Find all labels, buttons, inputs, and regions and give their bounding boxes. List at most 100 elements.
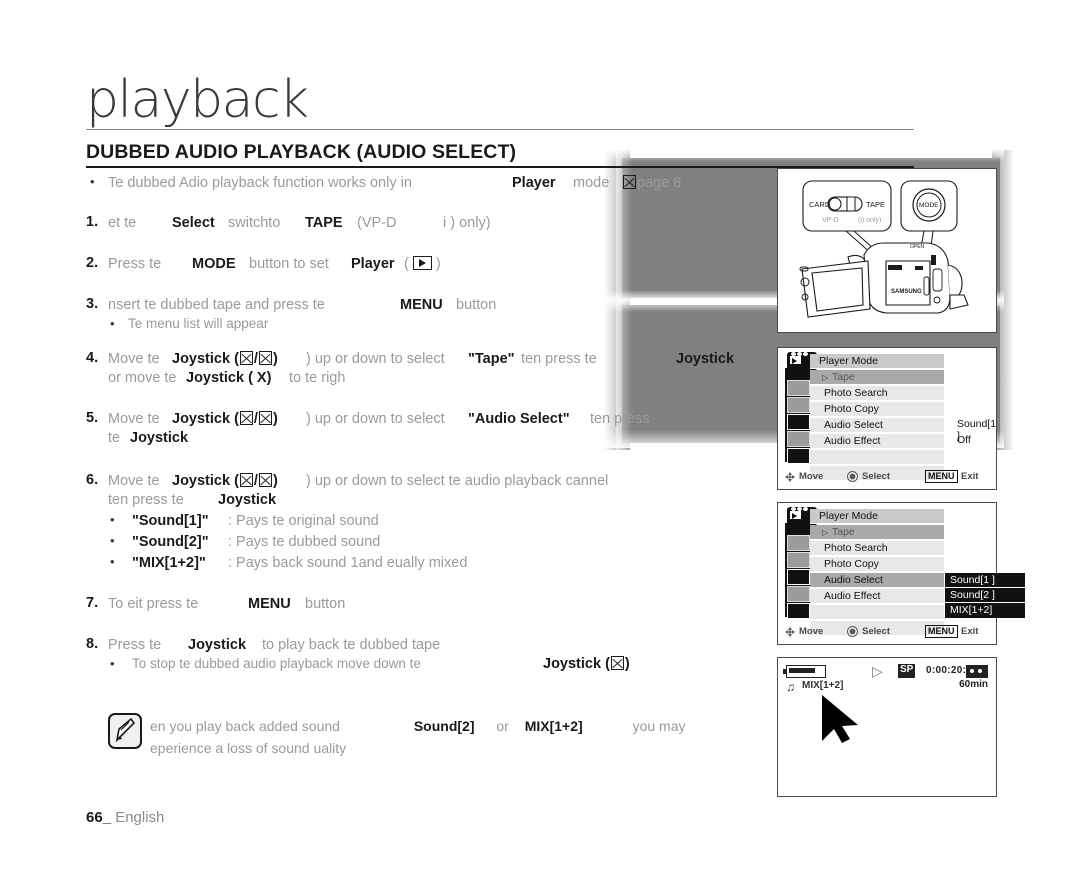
joystick-down-label: Joystick ( [543, 656, 610, 672]
step-8-sub-a: To stop te dubbed audio playback move do… [132, 656, 421, 671]
brand-label: SAMSUNG [891, 289, 922, 295]
figure-osd-playback: SP 0:00:20:23 60min ♫ MIX[1+2] [777, 657, 997, 797]
joystick-press-label-6: Joystick [218, 492, 277, 508]
step-8-sub-b: Joystick () [543, 655, 630, 675]
step-5-joystick: Joystick (/) [172, 410, 278, 430]
osd2-row-photo-copy[interactable]: Photo Copy [810, 557, 944, 572]
joystick-down-icon [258, 351, 272, 365]
osd1-row-audio-select[interactable]: Audio Select [810, 418, 944, 433]
osd1-row-blank1 [810, 450, 944, 465]
step-6-a: Move te [108, 473, 160, 489]
figure-osd-menu-2: Player Mode Tape Photo Search Photo Copy… [777, 502, 1025, 645]
osd2-footer: Move Select MENU Exit [785, 624, 989, 638]
lcd-panel [801, 260, 871, 318]
step-6-line2-b: Joystick [218, 491, 276, 511]
osd1-row-photo-search[interactable]: Photo Search [810, 386, 944, 401]
osd1-row-tape[interactable]: Tape [810, 370, 944, 385]
section-title: DUBBED AUDIO PLAYBACK (AUDIO SELECT) [86, 141, 517, 163]
step-4-number: 4. [86, 350, 99, 366]
osd2-row-blank1 [810, 605, 944, 620]
joystick-down-close: ) [624, 656, 630, 672]
osd1-icon-column [785, 368, 810, 464]
osd2-row-audio-select[interactable]: Audio Select [810, 573, 944, 588]
step-7-b: MENU [248, 595, 291, 615]
step-1-f: i ) only) [443, 215, 491, 231]
step-1-d: TAPE [305, 214, 343, 234]
note-or: or [496, 718, 509, 734]
step-8-c: to play back te dubbed tape [262, 637, 441, 653]
settings-gear-icon [787, 603, 810, 619]
menu-exit-label: MENU [248, 596, 291, 612]
intro-page-text: page 8 [637, 175, 682, 191]
step-1-e: (VP-D [357, 215, 397, 231]
page-number: 66 [86, 809, 103, 826]
osd2-row-audio-effect[interactable]: Audio Effect [810, 589, 944, 604]
joystick-close-4: ) [272, 351, 278, 367]
step-1-c: switchto [228, 215, 281, 231]
osd2-submenu-sound2[interactable]: Sound[2 ] [945, 588, 1025, 603]
joystick-down-icon [258, 473, 272, 487]
osd1-footer-menu-key: MENU [925, 470, 958, 483]
step-4-d: ) up or down to select [306, 351, 445, 367]
osd1-footer: Move Select MENU Exit [785, 469, 989, 483]
step-1-a: et te [108, 215, 137, 231]
note-sound2-label: Sound[2] [413, 718, 475, 734]
step-4-line2-c: to te righ [289, 370, 346, 386]
step-3-c: button [456, 297, 497, 313]
step-6-d: ) up or down to select te audio playback… [306, 473, 609, 489]
step-7-number: 7. [86, 595, 99, 611]
intro-bold-player: Player [512, 174, 556, 194]
step-8-number: 8. [86, 636, 99, 652]
joystick-up-icon [239, 351, 253, 365]
note-text: en you play back added sound Sound[2] or… [150, 716, 686, 759]
play-indicator-icon [872, 663, 883, 680]
osd2-row-tape[interactable]: Tape [810, 525, 944, 540]
mix-option-label: "MIX[1+2]" [132, 555, 206, 571]
switch-tape-sub: (i) only) [858, 217, 881, 224]
manual-page: playback DUBBED AUDIO PLAYBACK (AUDIO SE… [0, 0, 1080, 874]
tape-remaining: 60min [959, 679, 988, 690]
joystick-up-icon [239, 411, 253, 425]
step-4-line2-a: or move te [108, 370, 177, 386]
osd1-row-photo-copy[interactable]: Photo Copy [810, 402, 944, 417]
bullet-dot: • [90, 174, 95, 189]
step-8-b: Joystick [188, 636, 246, 656]
step-6-joystick: Joystick (/) [172, 472, 278, 492]
switch-tape-label: TAPE [866, 200, 885, 209]
step-5-a: Move te [108, 411, 160, 427]
option-2-desc: : Pays te dubbed sound [228, 534, 381, 550]
page-ref-icon [623, 175, 636, 189]
card-tape-switch-graphic [827, 196, 863, 212]
tape-menu-label: "Tape" [468, 351, 515, 367]
intro-player-label: Player [512, 175, 556, 191]
step-4-e: "Tape" [468, 350, 515, 370]
step-5-e: "Audio Select" [468, 410, 570, 430]
option-3-label: "MIX[1+2]" [132, 554, 206, 574]
osd1-row-audio-effect[interactable]: Audio Effect [810, 434, 944, 449]
osd2-submenu-mix[interactable]: MIX[1+2] [945, 603, 1025, 618]
photo-search-icon [787, 380, 810, 396]
note-mix-label: MIX[1+2] [524, 718, 583, 734]
step-5-line2-b: Joystick [130, 429, 188, 449]
step-1-number: 1. [86, 214, 99, 230]
osd2-row-photo-search[interactable]: Photo Search [810, 541, 944, 556]
osd2-footer-exit: Exit [961, 626, 979, 637]
camcorder-illustration: CARD TAPE VP-D (i) only) MODE SAMSUNG OP… [799, 180, 969, 318]
top-label: OPEN [910, 244, 925, 250]
joystick-sep-6: / [253, 473, 258, 489]
play-icon [412, 256, 432, 270]
option-2-label: "Sound[2]" [132, 533, 209, 553]
audio-effect-icon [787, 431, 810, 447]
note-line2: eperience a loss of sound uality [150, 739, 347, 756]
osd1-title: Player Mode [810, 354, 944, 369]
step-4-joystick: Joystick ( /) [172, 350, 278, 370]
joystick-label-4: Joystick ( [172, 351, 239, 367]
osd2-submenu-sound1[interactable]: Sound[1 ] [945, 573, 1025, 588]
note-pencil-glyph [115, 717, 136, 743]
note-line1-e: you may [632, 718, 686, 734]
joystick-label-6: Joystick ( [172, 473, 239, 489]
joystick-sep-4: / [253, 351, 258, 367]
dpad-icon [785, 627, 795, 637]
joystick-down-icon [258, 411, 272, 425]
osd2-footer-menu-key: MENU [925, 625, 958, 638]
